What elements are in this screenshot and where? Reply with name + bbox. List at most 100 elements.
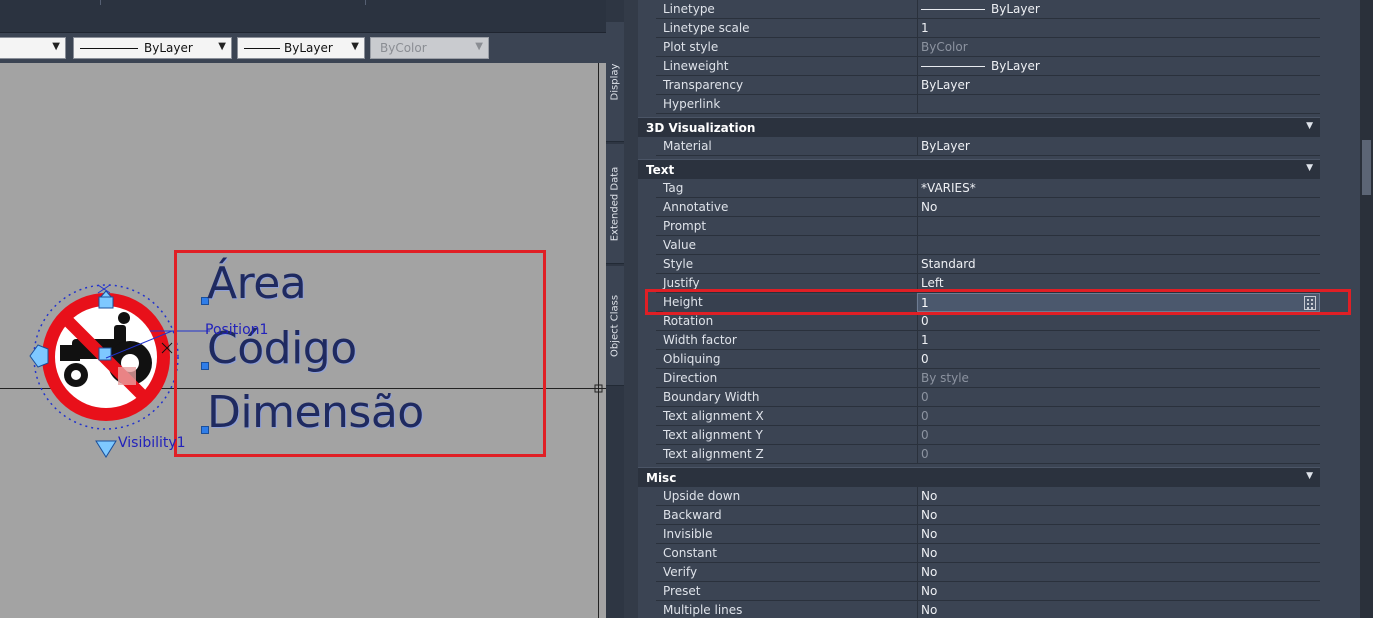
visibility-parameter-label: Visibility1: [118, 435, 186, 451]
property-row[interactable]: Text alignment X 0: [656, 407, 1320, 426]
property-value-cell[interactable]: 1: [917, 331, 1320, 350]
tab-extended-data[interactable]: Extended Data: [606, 144, 624, 264]
property-row[interactable]: Text alignment Y 0: [656, 426, 1320, 445]
attribute-dimensao[interactable]: Dimensão: [207, 387, 424, 438]
move-grip-icon: [118, 367, 136, 385]
property-row[interactable]: Transparency ByLayer: [656, 76, 1320, 95]
property-value-cell[interactable]: ByColor: [917, 38, 1320, 57]
property-value-cell[interactable]: No: [917, 525, 1320, 544]
property-value-cell[interactable]: No: [917, 487, 1320, 506]
stretch-grip-icon: [29, 344, 49, 368]
property-row[interactable]: Constant No: [656, 544, 1320, 563]
property-value-cell[interactable]: [917, 236, 1320, 255]
property-value-cell[interactable]: *VARIES*: [917, 179, 1320, 198]
property-value: 1: [921, 333, 929, 347]
property-row[interactable]: Annotative No: [656, 198, 1320, 217]
property-value-cell[interactable]: [917, 95, 1320, 114]
property-value-cell[interactable]: 0: [917, 407, 1320, 426]
property-value-cell[interactable]: No: [917, 601, 1320, 618]
property-row[interactable]: Plot style ByColor: [656, 38, 1320, 57]
property-value-cell[interactable]: ByLayer: [917, 57, 1320, 76]
property-row[interactable]: Verify No: [656, 563, 1320, 582]
property-value-cell[interactable]: No: [917, 582, 1320, 601]
property-value-cell[interactable]: 1: [917, 19, 1320, 38]
base-grip-icon: [98, 347, 112, 361]
property-row[interactable]: Backward No: [656, 506, 1320, 525]
property-row[interactable]: Linetype scale 1: [656, 19, 1320, 38]
property-row[interactable]: Obliquing 0: [656, 350, 1320, 369]
property-row[interactable]: Preset No: [656, 582, 1320, 601]
property-row[interactable]: Upside down No: [656, 487, 1320, 506]
property-row[interactable]: Text alignment Z 0: [656, 445, 1320, 464]
category-3d-visualization[interactable]: 3D Visualization ▼: [638, 117, 1320, 137]
property-row[interactable]: Value: [656, 236, 1320, 255]
property-row[interactable]: Material ByLayer: [656, 137, 1320, 156]
property-value-cell[interactable]: Standard: [917, 255, 1320, 274]
property-value: No: [921, 200, 938, 214]
property-value-cell[interactable]: [917, 217, 1320, 236]
property-row[interactable]: Tag *VARIES*: [656, 179, 1320, 198]
tab-display[interactable]: Display: [606, 22, 624, 142]
chevron-down-icon: ▼: [52, 41, 60, 52]
property-value: No: [921, 584, 938, 598]
property-value-cell[interactable]: 0: [917, 426, 1320, 445]
property-value: 0: [921, 447, 929, 461]
visibility-grip-icon: [95, 440, 117, 458]
drawing-canvas[interactable]: Área Código Dimensão Position1 Visibilit…: [0, 63, 606, 618]
property-value-cell[interactable]: ByLayer: [917, 137, 1320, 156]
property-name: Transparency: [663, 78, 744, 92]
property-value: 0: [921, 314, 929, 328]
property-row[interactable]: Style Standard: [656, 255, 1320, 274]
property-value: No: [921, 546, 938, 560]
category-title: Misc: [646, 471, 677, 485]
chevron-down-icon: ▼: [475, 41, 483, 52]
category-text[interactable]: Text ▼: [638, 159, 1320, 179]
linetype-dropdown[interactable]: ByLayer ▼: [73, 37, 232, 59]
property-value-cell[interactable]: ByLayer: [917, 0, 1320, 19]
property-name: Boundary Width: [663, 390, 760, 404]
property-value-cell[interactable]: No: [917, 198, 1320, 217]
lineweight-dropdown[interactable]: ByLayer ▼: [237, 37, 365, 59]
collapse-caret-icon[interactable]: ▼: [1306, 163, 1313, 173]
property-name: Width factor: [663, 333, 737, 347]
property-value-cell[interactable]: 0: [917, 350, 1320, 369]
plotstyle-dropdown-value: ByColor: [380, 41, 427, 55]
property-name: Value: [663, 238, 696, 252]
property-value-cell[interactable]: No: [917, 506, 1320, 525]
property-value-cell[interactable]: By style: [917, 369, 1320, 388]
collapse-caret-icon[interactable]: ▼: [1306, 121, 1313, 131]
property-value-cell[interactable]: No: [917, 544, 1320, 563]
color-dropdown[interactable]: ▼: [0, 37, 66, 59]
property-value: 0: [921, 428, 929, 442]
property-value: No: [921, 527, 938, 541]
property-value-cell[interactable]: ByLayer: [917, 76, 1320, 95]
line-sample: [921, 66, 985, 67]
property-row[interactable]: Prompt: [656, 217, 1320, 236]
property-name: Upside down: [663, 489, 741, 503]
property-value-cell[interactable]: 0: [917, 445, 1320, 464]
property-row[interactable]: Hyperlink: [656, 95, 1320, 114]
collapse-caret-icon[interactable]: ▼: [1306, 471, 1313, 481]
property-value-cell[interactable]: 0: [917, 388, 1320, 407]
property-name: Annotative: [663, 200, 729, 214]
property-row[interactable]: Multiple lines No: [656, 601, 1320, 618]
property-row[interactable]: Lineweight ByLayer: [656, 57, 1320, 76]
property-value: No: [921, 603, 938, 617]
plotstyle-dropdown: ByColor ▼: [370, 37, 489, 59]
scrollbar-thumb[interactable]: [1362, 140, 1371, 195]
property-row[interactable]: Direction By style: [656, 369, 1320, 388]
ribbon-strip: [0, 0, 606, 33]
tab-object-class[interactable]: Object Class: [606, 266, 624, 386]
property-value: No: [921, 508, 938, 522]
property-row[interactable]: Boundary Width 0: [656, 388, 1320, 407]
property-row[interactable]: Invisible No: [656, 525, 1320, 544]
category-misc[interactable]: Misc ▼: [638, 467, 1320, 487]
linetype-dropdown-value: ByLayer: [144, 41, 193, 55]
property-row[interactable]: Linetype ByLayer: [656, 0, 1320, 19]
attribute-area[interactable]: Área: [207, 258, 307, 309]
property-row[interactable]: Width factor 1: [656, 331, 1320, 350]
property-value: 0: [921, 352, 929, 366]
property-name: Text alignment Z: [663, 447, 764, 461]
property-value-cell[interactable]: No: [917, 563, 1320, 582]
palette-scrollbar[interactable]: [1360, 0, 1373, 618]
